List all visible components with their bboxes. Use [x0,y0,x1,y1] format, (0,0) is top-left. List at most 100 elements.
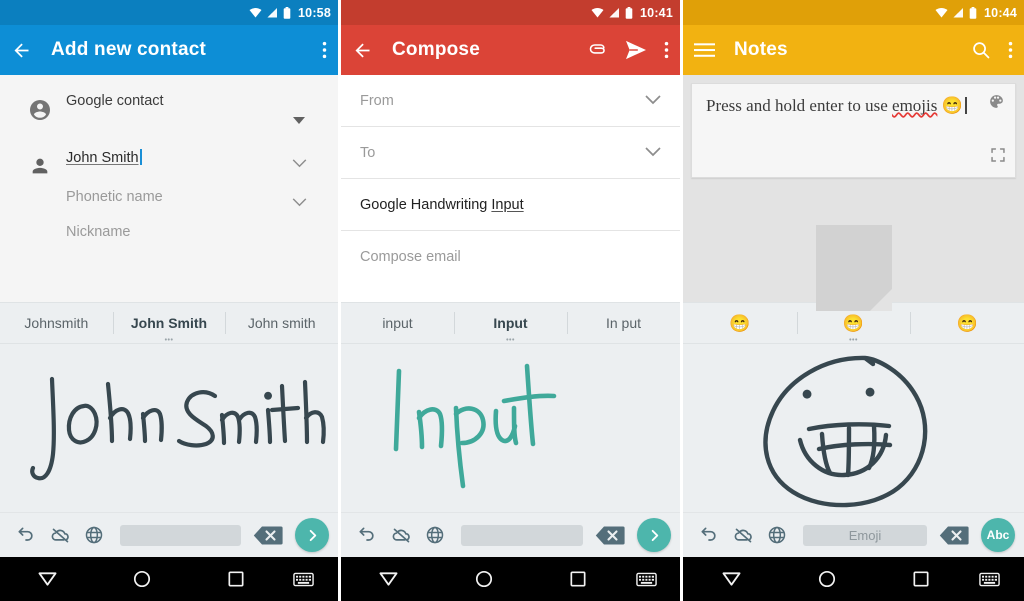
handwriting-canvas[interactable] [0,344,338,512]
spacebar-key[interactable]: Emoji [803,524,927,546]
nav-back-triangle-icon[interactable] [341,571,437,587]
backspace-icon[interactable] [250,522,286,548]
undo-icon[interactable] [350,518,384,552]
send-icon[interactable] [625,40,647,60]
nav-recents-square-icon[interactable] [875,571,968,587]
ime-action-row [341,512,680,557]
body-row[interactable]: Compose email [341,231,680,283]
globe-icon[interactable] [418,518,452,552]
ink-strokes-john-smith [30,376,326,481]
subject-row[interactable]: Google Handwriting Input [341,179,680,231]
name-field[interactable]: John Smith [64,149,282,167]
fullscreen-icon[interactable] [991,148,1005,167]
battery-icon [625,6,633,19]
spacebar-key[interactable] [120,524,241,546]
emoji-suggestion: 😁 [956,313,978,333]
nickname-placeholder: Nickname [66,224,131,240]
backspace-icon[interactable] [592,522,628,548]
phone-screen-notes: 10:44 Notes Press and hold enter to use … [683,0,1024,601]
text-caret [139,149,142,165]
body-placeholder: Compose email [360,249,461,265]
name-expand-button[interactable] [282,149,316,173]
nav-keyboard-icon[interactable] [624,572,668,587]
globe-icon[interactable] [77,518,111,552]
from-row[interactable]: From [341,75,680,127]
back-arrow-icon[interactable] [11,40,32,61]
suggestion-item-selected[interactable]: John Smith [112,303,226,343]
suggestion-item[interactable]: In put [567,303,680,343]
nav-keyboard-icon[interactable] [282,572,326,587]
nav-back-triangle-icon[interactable] [0,571,95,587]
phonetic-expand-button[interactable] [282,188,316,212]
nav-keyboard-icon[interactable] [968,572,1012,587]
signal-icon [609,7,620,18]
more-vert-icon[interactable] [664,40,669,60]
nav-recents-square-icon[interactable] [531,571,624,587]
search-icon[interactable] [971,40,991,60]
nickname-field[interactable]: Nickname [64,223,282,241]
more-vert-icon[interactable] [322,40,327,60]
account-row: Google contact [0,92,338,130]
chevron-right-icon [309,529,316,541]
spacebar-key[interactable] [461,524,583,546]
chevron-right-icon [651,529,658,541]
subject-value: Google Handwriting Input [360,197,661,213]
suggestion-item-selected[interactable]: 😁 [796,303,911,343]
caret-down-icon [293,112,305,130]
nav-home-circle-icon[interactable] [779,570,874,588]
commit-button[interactable] [637,518,671,552]
chevron-down-icon[interactable] [645,93,661,109]
cloud-off-icon[interactable] [43,518,77,552]
suggestion-item[interactable]: 😁 [683,303,797,343]
status-bar: 10:41 [341,0,680,25]
undo-icon[interactable] [9,518,43,552]
emoji-suggestion: 😁 [729,313,751,333]
name-row: John Smith [0,149,338,177]
note-card[interactable]: Press and hold enter to use emojis 😁 [691,83,1016,178]
suggestion-item[interactable]: John smith [225,303,338,343]
android-nav-bar [683,557,1024,601]
suggestion-item[interactable]: 😁 [910,303,1024,343]
name-value: John Smith [66,150,139,166]
account-dropdown[interactable] [282,92,316,130]
paperclip-icon[interactable] [588,40,608,60]
phonetic-field[interactable]: Phonetic name [64,188,282,206]
nav-recents-square-icon[interactable] [190,571,282,587]
person-icon [16,149,64,177]
text-caret [964,97,967,114]
nav-home-circle-icon[interactable] [437,570,532,588]
backspace-icon[interactable] [936,522,972,548]
account-value: Google contact [66,93,164,109]
cloud-off-icon[interactable] [726,518,760,552]
back-arrow-icon[interactable] [352,40,373,61]
suggestion-item-selected[interactable]: Input [454,303,567,343]
app-bar: Notes [683,25,1024,75]
note-placeholder-graphic [815,225,892,311]
abc-mode-button[interactable]: Abc [981,518,1015,552]
handwriting-canvas[interactable] [683,344,1024,512]
handwriting-ime: Johnsmith John Smith John smith [0,302,338,557]
commit-button[interactable] [295,518,329,552]
nav-back-triangle-icon[interactable] [683,571,779,587]
suggestion-item[interactable]: Johnsmith [0,303,113,343]
cloud-off-icon[interactable] [384,518,418,552]
app-bar: Add new contact [0,25,338,75]
from-label: From [360,92,394,109]
globe-icon[interactable] [760,518,794,552]
subject-text-underlined: Input [491,196,524,213]
more-vert-icon[interactable] [1008,40,1013,60]
wifi-icon [591,7,604,18]
status-bar: 10:58 [0,0,338,25]
undo-icon[interactable] [692,518,726,552]
handwriting-canvas[interactable] [341,344,680,512]
nav-home-circle-icon[interactable] [95,570,189,588]
palette-icon[interactable] [988,93,1005,115]
handwriting-ime: input Input In put [341,302,680,557]
form-gap [0,130,338,149]
chevron-down-icon[interactable] [645,145,661,161]
phone-screen-compose: 10:41 Compose From To Google Handwriting… [341,0,680,601]
account-field[interactable]: Google contact [64,92,282,110]
hamburger-menu-icon[interactable] [694,42,715,58]
suggestion-item[interactable]: input [341,303,454,343]
to-row[interactable]: To [341,127,680,179]
